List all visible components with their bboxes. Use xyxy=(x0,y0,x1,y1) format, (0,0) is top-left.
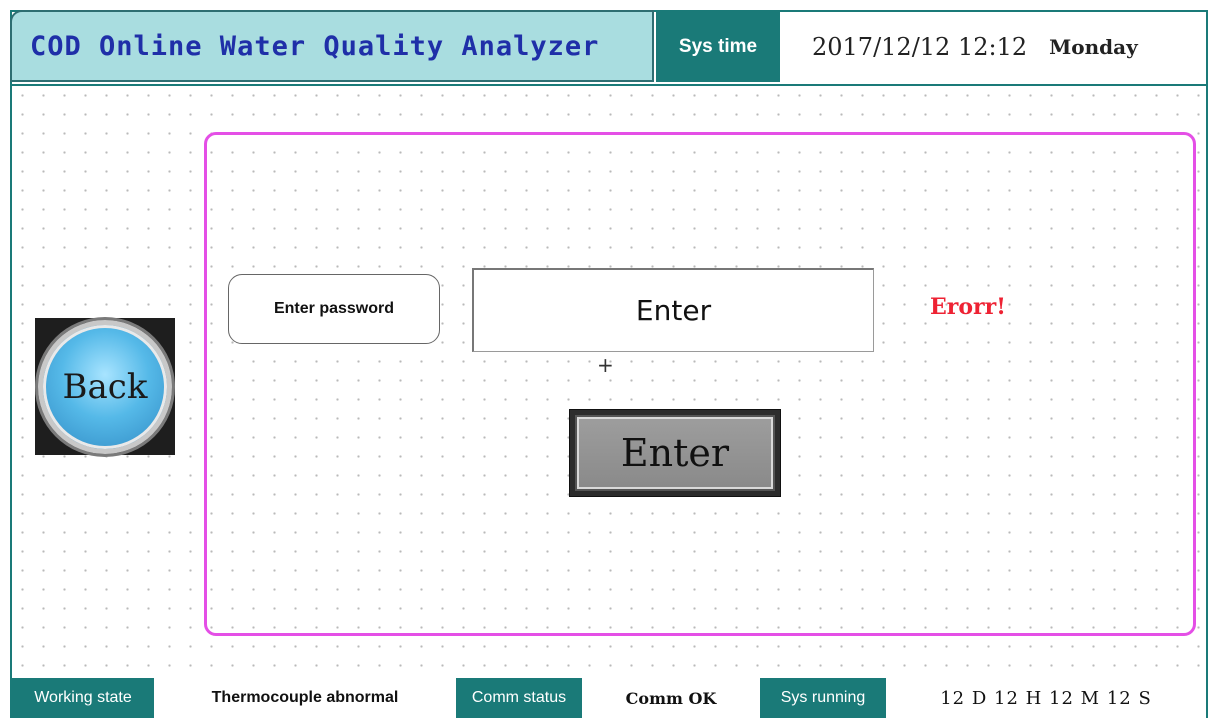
enter-button-label: Enter xyxy=(575,415,775,491)
comm-status-value: Comm OK xyxy=(625,688,717,708)
cursor-crosshair-icon: + xyxy=(597,353,614,377)
sys-time-display: 2017/12/12 12:12 Monday xyxy=(782,12,1206,82)
sys-running-value: 12 D 12 H 12 M 12 S xyxy=(940,687,1152,709)
password-panel xyxy=(204,132,1196,636)
comm-status-label: Comm status xyxy=(456,678,582,718)
app-title: COD Online Water Quality Analyzer xyxy=(30,30,600,62)
sys-time-label: Sys time xyxy=(656,12,780,82)
sys-time-day: Monday xyxy=(1049,35,1138,59)
password-label: Enter password xyxy=(228,274,440,344)
enter-button[interactable]: Enter xyxy=(569,409,781,497)
password-input[interactable]: Enter xyxy=(472,268,874,352)
status-bar: Working state Thermocouple abnormal Comm… xyxy=(12,678,1206,718)
error-message: Erorr! xyxy=(930,294,1006,320)
back-button[interactable]: Back xyxy=(35,318,175,455)
sys-running-label: Sys running xyxy=(760,678,886,718)
sys-time-date: 2017/12/12 12:12 xyxy=(812,33,1028,61)
working-state-label: Working state xyxy=(12,678,154,718)
back-button-label: Back xyxy=(38,319,172,454)
working-state-value: Thermocouple abnormal xyxy=(211,689,399,706)
title-bar: COD Online Water Quality Analyzer xyxy=(10,10,654,82)
